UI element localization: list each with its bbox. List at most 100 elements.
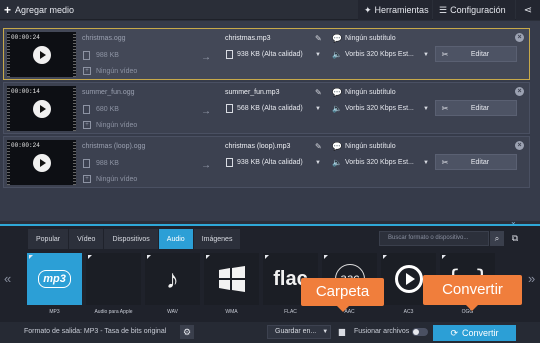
tab-audio[interactable]: Audio (158, 229, 194, 249)
rename-pencil-icon[interactable]: ✎ (315, 88, 322, 97)
share-icon: ⋖ (523, 4, 533, 16)
chevron-down-icon[interactable]: ▼ (315, 160, 321, 166)
audio-track-select[interactable]: Vorbis 320 Kbps Est... (345, 159, 414, 166)
subtitle-select[interactable]: Ningún subtítulo (345, 89, 396, 96)
source-name: christmas.ogg (82, 35, 126, 42)
search-icon[interactable]: ⌕ (490, 231, 504, 246)
chevron-down-icon[interactable]: ▼ (315, 52, 321, 58)
bottom-bar: Formato de salida: MP3 - Tasa de bits or… (0, 322, 540, 343)
file-row[interactable]: 00:00:24 christmas.ogg 988 KB + Ningún v… (3, 28, 530, 80)
save-to-dropdown[interactable]: Guardar en... ▼ (267, 325, 331, 339)
tab-devices[interactable]: Dispositivos (104, 229, 159, 249)
no-video-label: Ningún vídeo (96, 68, 138, 75)
arrow-right-icon: → (201, 106, 211, 117)
source-size: 988 KB (96, 52, 119, 59)
gear-icon[interactable]: ⚙ (180, 325, 194, 339)
duration: 00:00:24 (11, 142, 40, 149)
no-video-icon: + (83, 175, 91, 183)
arrow-right-icon: → (201, 160, 211, 171)
convert-button[interactable]: ⟳ Convertir (433, 325, 516, 341)
format-label: FLAC (284, 309, 297, 315)
audio-track-select[interactable]: Vorbis 320 Kbps Est... (345, 51, 414, 58)
output-size[interactable]: 938 KB (Alta calidad) (237, 159, 303, 166)
chevron-down-icon: ▼ (322, 329, 329, 335)
file-row[interactable]: 00:00:14 summer_fun.ogg 680 KB + Ningún … (3, 82, 530, 134)
file-icon (83, 159, 90, 168)
chevron-down-icon[interactable]: ▼ (423, 160, 429, 166)
merge-files-toggle[interactable] (412, 328, 428, 336)
play-icon[interactable] (33, 46, 51, 64)
scroll-right-icon[interactable]: » (528, 271, 535, 286)
close-icon[interactable]: × (515, 141, 524, 150)
folder-icon[interactable]: ▆ (335, 325, 349, 339)
format-apple-audio[interactable]: Audio para Apple (86, 253, 141, 319)
format-wma[interactable]: WMA (204, 253, 259, 319)
no-video-icon: + (83, 121, 91, 129)
subtitle-icon: 💬 (332, 88, 342, 97)
scroll-left-icon[interactable]: « (4, 271, 11, 286)
audio-track-select[interactable]: Vorbis 320 Kbps Est... (345, 105, 414, 112)
file-thumbnail[interactable]: 00:00:24 (7, 140, 76, 185)
wand-icon: ✦ (364, 4, 372, 15)
tab-images[interactable]: Imágenes (193, 229, 242, 249)
speaker-icon: 🔈 (332, 158, 342, 167)
edit-label: Editar (470, 158, 490, 166)
format-search-input[interactable]: Buscar formato o dispositivo... (379, 231, 489, 246)
plus-icon: + (4, 3, 12, 17)
format-label: AC3 (403, 309, 414, 315)
output-size[interactable]: 568 KB (Alta calidad) (237, 105, 303, 112)
tab-video[interactable]: Vídeo (69, 229, 105, 249)
chevron-down-icon[interactable]: ▼ (423, 106, 429, 112)
output-size[interactable]: 938 KB (Alta calidad) (237, 51, 303, 58)
list-icon: ☰ (439, 4, 448, 15)
tools-button[interactable]: ✦ Herramientas (358, 0, 432, 20)
format-label: Audio para Apple (94, 309, 133, 315)
edit-button[interactable]: ✂ Editar (435, 46, 517, 62)
speaker-icon: 🔈 (332, 50, 342, 59)
mp3-logo-icon: mp3 (27, 253, 82, 305)
edit-button[interactable]: ✂ Editar (435, 100, 517, 116)
file-list: 00:00:24 christmas.ogg 988 KB + Ningún v… (0, 21, 540, 221)
merge-files-label: Fusionar archivos (354, 328, 410, 335)
top-toolbar: + Agregar medio ✦ Herramientas ☰ Configu… (0, 0, 540, 20)
play-icon[interactable] (33, 154, 51, 172)
subtitle-select[interactable]: Ningún subtítulo (345, 143, 396, 150)
file-thumbnail[interactable]: 00:00:24 (7, 32, 76, 77)
speaker-icon: 🔈 (332, 104, 342, 113)
subtitle-icon: 💬 (332, 142, 342, 151)
add-media-button[interactable]: + Agregar medio (0, 0, 82, 20)
convert-callout: Convertir (423, 275, 522, 311)
subtitle-select[interactable]: Ningún subtítulo (345, 35, 396, 42)
file-thumbnail[interactable]: 00:00:14 (7, 86, 76, 131)
format-mp3[interactable]: mp3 MP3 (27, 253, 82, 319)
edit-button[interactable]: ✂ Editar (435, 154, 517, 170)
rename-pencil-icon[interactable]: ✎ (315, 34, 322, 43)
close-icon[interactable]: × (515, 33, 524, 42)
no-video-icon: + (83, 67, 91, 75)
no-video-label: Ningún vídeo (96, 176, 138, 183)
file-row[interactable]: 00:00:24 christmas (loop).ogg 988 KB + N… (3, 136, 530, 188)
no-video-label: Ningún vídeo (96, 122, 138, 129)
convert-label: Convertir (462, 328, 499, 338)
chevron-down-icon[interactable]: ▼ (315, 106, 321, 112)
format-label: WMA (225, 309, 238, 315)
rename-pencil-icon[interactable]: ✎ (315, 142, 322, 151)
share-button[interactable]: ⋖ (516, 0, 540, 20)
file-icon (83, 51, 90, 60)
source-name: christmas (loop).ogg (82, 143, 146, 150)
format-label: AAC (344, 309, 355, 315)
output-name: christmas.mp3 (225, 35, 271, 42)
chevron-down-icon[interactable]: ▼ (423, 52, 429, 58)
duration: 00:00:14 (11, 88, 40, 95)
format-wav[interactable]: ♪ WAV (145, 253, 200, 319)
play-icon[interactable] (33, 100, 51, 118)
file-icon (226, 104, 233, 113)
close-icon[interactable]: × (515, 87, 524, 96)
tools-label: Herramientas (374, 5, 429, 15)
source-name: summer_fun.ogg (82, 89, 135, 96)
music-note-icon: ♪ (145, 253, 200, 305)
convert-icon: ⟳ (450, 327, 459, 338)
settings-button[interactable]: ☰ Configuración (433, 0, 515, 20)
detect-device-icon[interactable]: ⧉ (507, 231, 523, 246)
tab-popular[interactable]: Popular (28, 229, 70, 249)
